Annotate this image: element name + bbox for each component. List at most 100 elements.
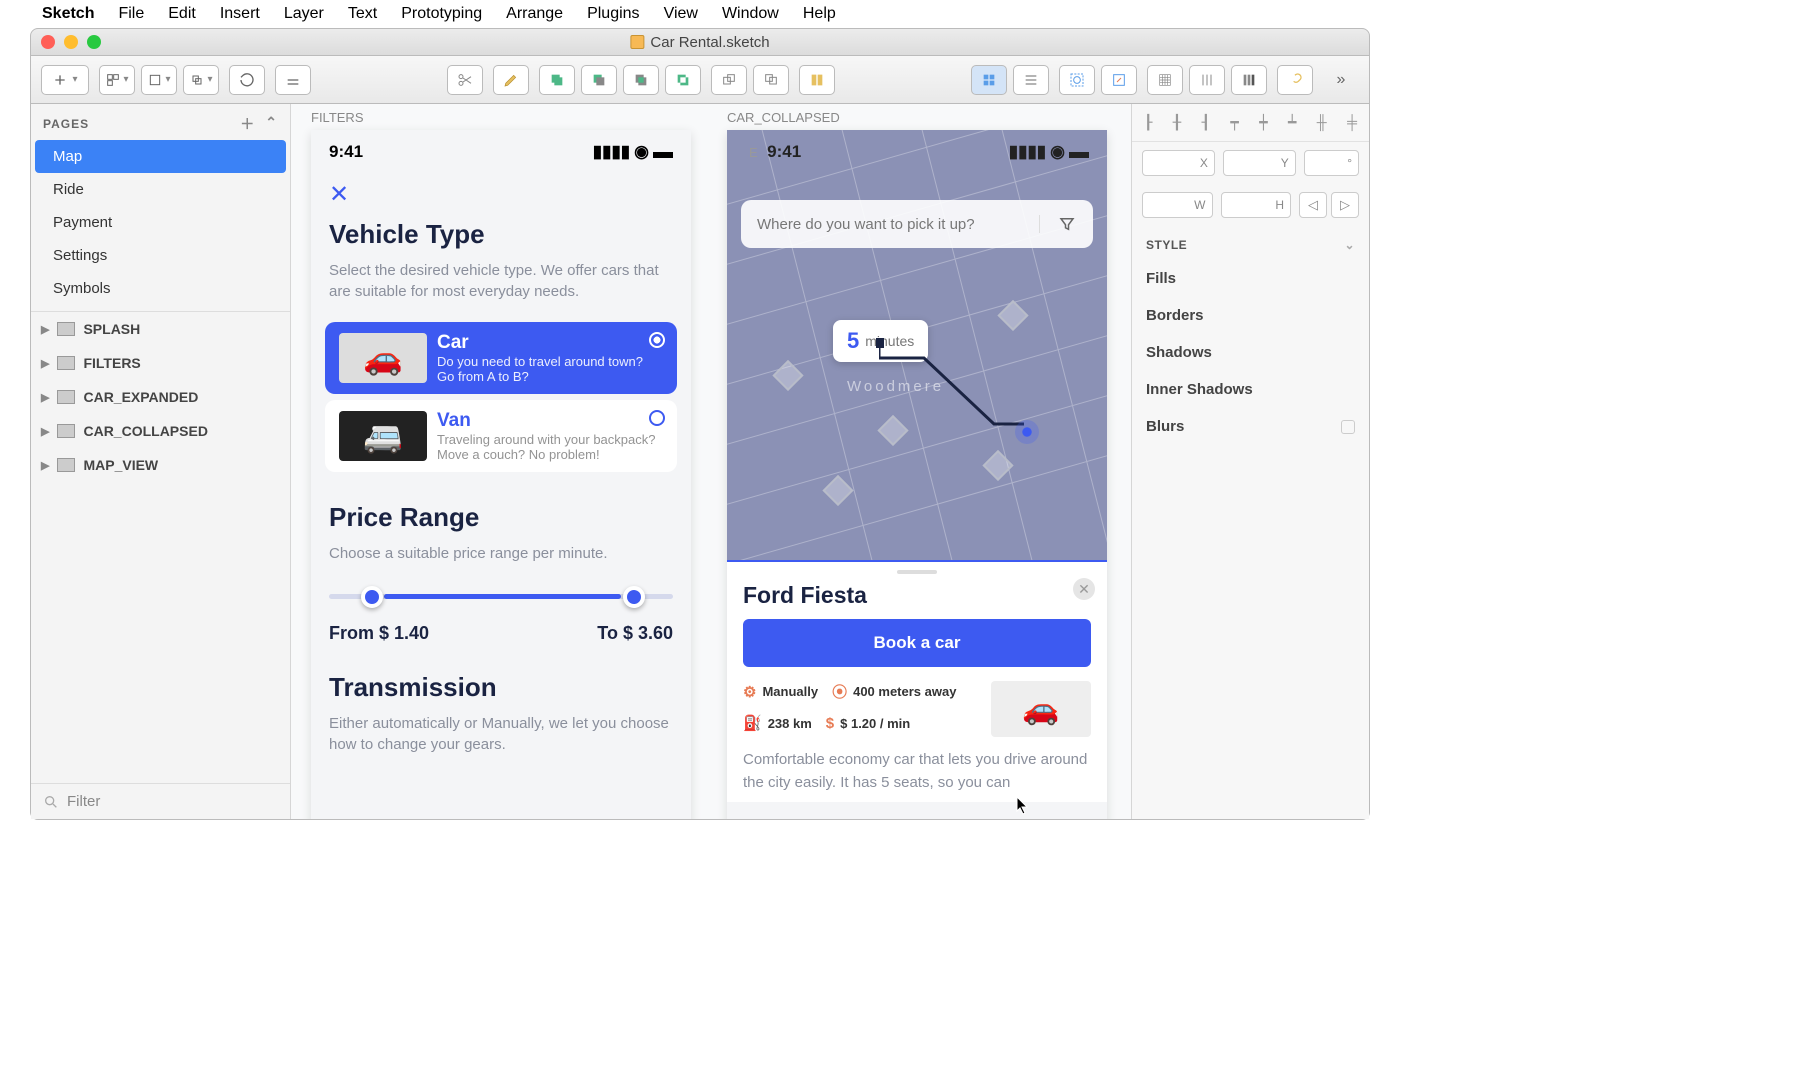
layer-item[interactable]: ▶FILTERS [31,346,290,380]
disclosure-icon[interactable]: ▶ [41,425,49,438]
menu-file[interactable]: File [118,5,144,23]
disclosure-icon[interactable]: ▶ [41,323,49,336]
align-right-button[interactable]: ┨ [1202,114,1210,131]
disclosure-icon[interactable]: ▶ [41,459,49,472]
view-grid-button[interactable] [971,65,1007,95]
map-search-bar[interactable]: Where do you want to pick it up? [741,200,1093,248]
price-slider[interactable] [311,578,691,615]
rotation-field[interactable]: ° [1304,150,1359,176]
menu-plugins[interactable]: Plugins [587,5,639,23]
page-item-symbols[interactable]: Symbols [31,272,290,305]
artboard-label[interactable]: CAR_COLLAPSED [727,110,840,125]
align-top-button[interactable]: ┯ [1230,114,1238,131]
backward-button[interactable] [753,65,789,95]
scale-button[interactable] [1101,65,1137,95]
slider-thumb-min[interactable] [361,586,383,608]
show-grid-button[interactable] [1189,65,1225,95]
align-center-h-button[interactable]: ╂ [1173,114,1181,131]
menu-view[interactable]: View [664,5,698,23]
layer-filter[interactable]: Filter [31,783,290,819]
insert-button[interactable]: ▾ [41,65,89,95]
menu-window[interactable]: Window [722,5,779,23]
menu-insert[interactable]: Insert [220,5,260,23]
vehicle-card-car[interactable]: 🚗 Car Do you need to travel around town?… [325,322,677,394]
page-item-settings[interactable]: Settings [31,239,290,272]
fills-section[interactable]: Fills [1132,260,1369,297]
menu-layer[interactable]: Layer [284,5,324,23]
mask-button[interactable] [1059,65,1095,95]
canvas[interactable]: FILTERS 9:41 ▮▮▮▮ ◉ ▬ ✕ Vehicle Type Sel… [291,104,1131,819]
inner-shadows-section[interactable]: Inner Shadows [1132,371,1369,408]
radio-selected-icon[interactable] [649,332,665,348]
page-item-ride[interactable]: Ride [31,173,290,206]
window-close-button[interactable] [41,35,55,49]
menu-text[interactable]: Text [348,5,377,23]
sheet-close-button[interactable]: ✕ [1073,578,1095,600]
intersect-button[interactable] [623,65,659,95]
blur-checkbox[interactable] [1341,420,1355,434]
menu-arrange[interactable]: Arrange [506,5,563,23]
shadows-section[interactable]: Shadows [1132,334,1369,371]
disclosure-icon[interactable]: ▶ [41,357,49,370]
artboard-car-collapsed[interactable]: E 9:41 ▮▮▮▮ ◉ ▬ Where do you want to pic… [727,130,1107,819]
flip-h-button[interactable]: ◁ [1299,192,1327,218]
vehicle-card-van[interactable]: 🚐 Van Traveling around with your backpac… [325,400,677,472]
view-list-button[interactable] [1013,65,1049,95]
layer-item[interactable]: ▶MAP_VIEW [31,448,290,482]
page-item-payment[interactable]: Payment [31,206,290,239]
link-button[interactable] [1277,65,1313,95]
drag-handle[interactable] [897,570,937,574]
create-symbol-button[interactable]: ▾ [183,65,219,95]
distribute-v-button[interactable]: ╪ [1347,114,1357,131]
menu-edit[interactable]: Edit [168,5,196,23]
show-layout-button[interactable] [1231,65,1267,95]
slider-thumb-max[interactable] [623,586,645,608]
close-button[interactable]: ✕ [311,174,691,215]
w-field[interactable]: W [1142,192,1213,218]
symbols-button[interactable]: ▾ [99,65,135,95]
page-item-map[interactable]: Map [35,140,286,173]
style-collapse-icon[interactable]: ⌄ [1344,238,1355,252]
flatten-button[interactable] [275,65,311,95]
y-field[interactable]: Y [1223,150,1296,176]
flip-v-button[interactable]: ▷ [1331,192,1359,218]
x-field[interactable]: X [1142,150,1215,176]
menu-prototyping[interactable]: Prototyping [401,5,482,23]
align-left-button[interactable]: ┠ [1144,114,1152,131]
overflow-button[interactable]: » [1323,65,1359,95]
difference-button[interactable] [665,65,701,95]
map-view[interactable]: E 9:41 ▮▮▮▮ ◉ ▬ Where do you want to pic… [727,130,1107,560]
car-sheet[interactable]: ✕ Ford Fiesta Book a car ⚙Manually ⦿400 … [727,560,1107,802]
pencil-button[interactable] [493,65,529,95]
artboard-filters[interactable]: 9:41 ▮▮▮▮ ◉ ▬ ✕ Vehicle Type Select the … [311,130,691,819]
h-field[interactable]: H [1221,192,1292,218]
radio-unselected-icon[interactable] [649,410,665,426]
disclosure-icon[interactable]: ▶ [41,391,49,404]
menu-help[interactable]: Help [803,5,836,23]
book-car-button[interactable]: Book a car [743,619,1091,667]
rotate-button[interactable] [229,65,265,95]
group-button[interactable]: ▾ [141,65,177,95]
union-button[interactable] [539,65,575,95]
borders-section[interactable]: Borders [1132,297,1369,334]
window-minimize-button[interactable] [64,35,78,49]
add-page-button[interactable]: ＋ [240,114,255,134]
scissors-button[interactable] [447,65,483,95]
filter-button[interactable] [1039,215,1093,233]
show-pixels-button[interactable] [1147,65,1183,95]
subtract-button[interactable] [581,65,617,95]
align-center-v-button[interactable]: ┿ [1259,114,1267,131]
app-menu[interactable]: Sketch [42,5,94,23]
collapse-pages-button[interactable]: ⌃ [265,114,278,134]
artboard-label[interactable]: FILTERS [311,110,364,125]
window-zoom-button[interactable] [87,35,101,49]
distribute-h-button[interactable]: ╫ [1317,114,1327,131]
align-bottom-button[interactable]: ┷ [1288,114,1296,131]
search-input[interactable]: Where do you want to pick it up? [741,216,1039,233]
mirror-button[interactable] [799,65,835,95]
layer-item[interactable]: ▶SPLASH [31,312,290,346]
layer-item[interactable]: ▶CAR_EXPANDED [31,380,290,414]
blurs-section[interactable]: Blurs [1132,408,1369,445]
forward-button[interactable] [711,65,747,95]
layer-item[interactable]: ▶CAR_COLLAPSED [31,414,290,448]
